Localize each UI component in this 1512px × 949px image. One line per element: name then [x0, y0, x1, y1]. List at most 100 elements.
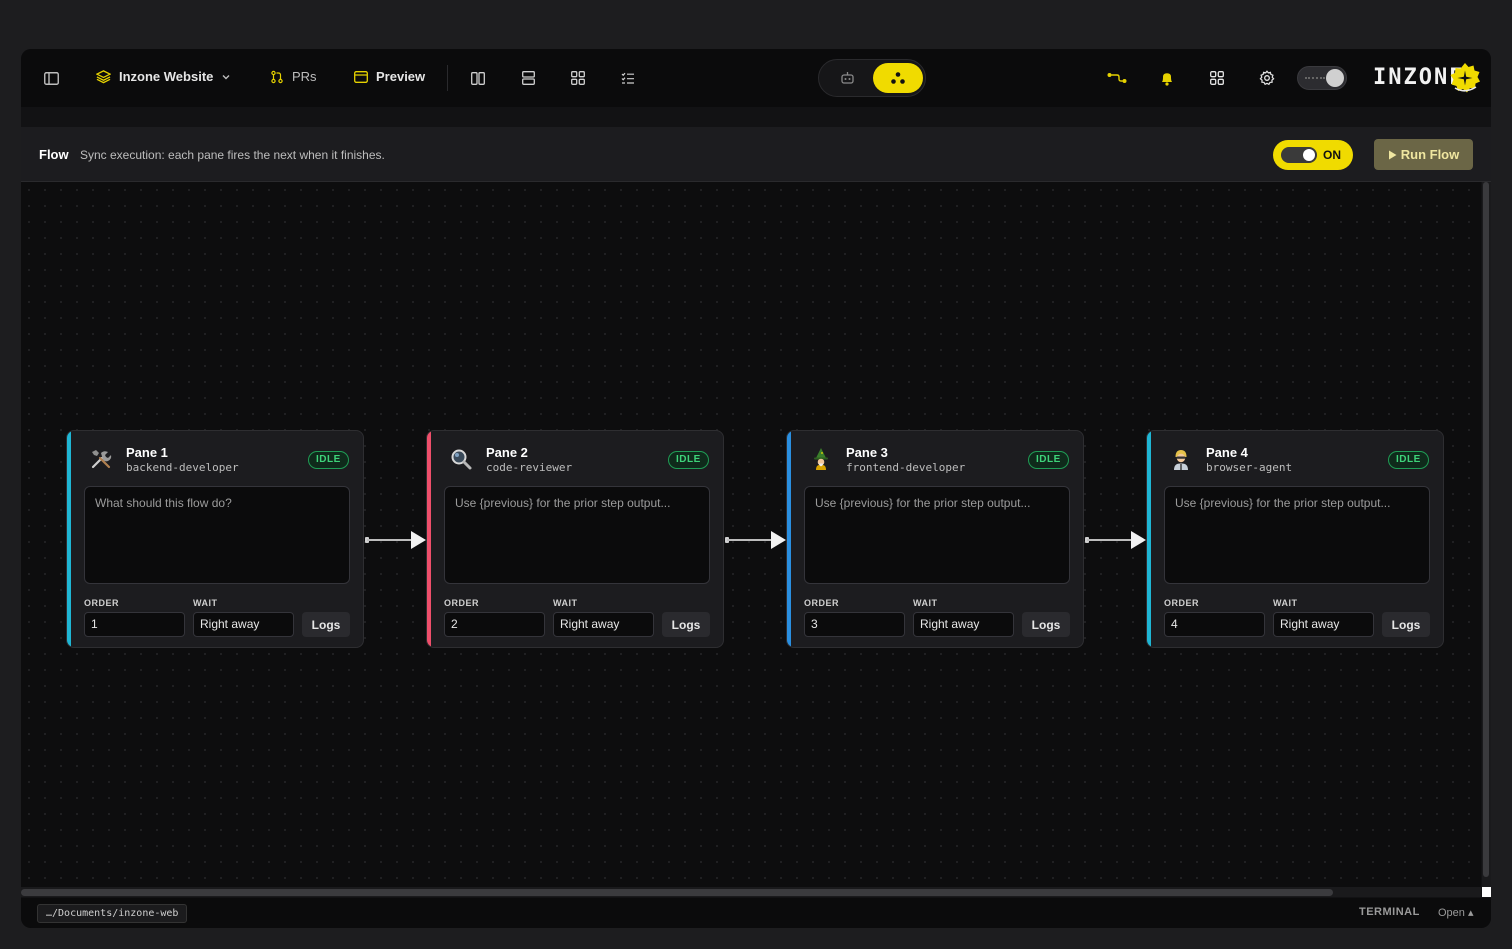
run-flow-button[interactable]: Run Flow [1374, 139, 1473, 170]
pane-role: frontend-developer [846, 461, 966, 474]
magnifier-icon [447, 445, 475, 473]
sidebar-toggle-icon[interactable] [40, 67, 62, 89]
git-pull-request-icon [270, 70, 284, 84]
order-label: ORDER [84, 598, 120, 608]
pane-role: backend-developer [126, 461, 239, 474]
scrollbar-thumb[interactable] [21, 889, 1333, 896]
scrollbar-thumb[interactable] [1483, 182, 1489, 877]
project-selector[interactable]: Inzone Website [96, 69, 231, 84]
wait-label: WAIT [193, 598, 218, 608]
flow-edge [1087, 539, 1133, 541]
layers-icon [96, 69, 111, 84]
order-input[interactable]: 2 [444, 612, 545, 637]
prs-label: PRs [292, 69, 317, 84]
app-window: Inzone Website PRs Preview INZONE Flow S… [21, 49, 1491, 928]
flow-description: Sync execution: each pane fires the next… [80, 148, 385, 162]
project-name: Inzone Website [119, 69, 214, 84]
pane-node[interactable]: Pane 4 browser-agent IDLE Use {previous}… [1146, 430, 1444, 648]
wait-select[interactable]: Right away [1273, 612, 1374, 637]
prompt-textarea[interactable]: Use {previous} for the prior step output… [804, 486, 1070, 584]
preview-label: Preview [376, 69, 426, 84]
gear-icon[interactable] [1256, 67, 1278, 89]
arrow-right-icon [411, 531, 426, 549]
wait-select[interactable]: Right away [193, 612, 294, 637]
order-input[interactable]: 3 [804, 612, 905, 637]
grid-layout-icon[interactable] [567, 67, 589, 89]
logs-button[interactable]: Logs [1022, 612, 1070, 637]
pane-accent-bar [427, 431, 431, 647]
status-badge: IDLE [308, 451, 349, 469]
toggle-track [1281, 147, 1317, 163]
prs-button[interactable]: PRs [270, 69, 317, 84]
flow-title: Flow [39, 147, 69, 162]
theme-toggle-stars [1305, 77, 1325, 81]
git-branch-connector-icon[interactable] [1106, 67, 1128, 89]
prompt-textarea[interactable]: Use {previous} for the prior step output… [1164, 486, 1430, 584]
checklist-icon[interactable] [617, 67, 639, 89]
pane-name: Pane 1 [126, 445, 168, 460]
tools-icon [87, 445, 115, 473]
play-icon [1388, 150, 1397, 160]
prompt-textarea[interactable]: What should this flow do? [84, 486, 350, 584]
pane-accent-bar [67, 431, 71, 647]
wait-select[interactable]: Right away [553, 612, 654, 637]
pane-node[interactable]: Pane 2 code-reviewer IDLE Use {previous}… [426, 430, 724, 648]
toggle-knob [1303, 149, 1315, 161]
robot-icon[interactable] [827, 66, 867, 90]
pane-node[interactable]: Pane 3 frontend-developer IDLE Use {prev… [786, 430, 1084, 648]
apps-grid-icon[interactable] [1206, 67, 1228, 89]
pane-accent-bar [1147, 431, 1151, 647]
arrow-right-icon [771, 531, 786, 549]
pane-accent-bar [787, 431, 791, 647]
vertical-scrollbar[interactable] [1482, 182, 1491, 887]
bell-icon[interactable] [1156, 67, 1178, 89]
logo-badge-icon [1449, 62, 1481, 94]
pane-role: browser-agent [1206, 461, 1293, 474]
flow-edge [727, 539, 773, 541]
moon-icon [1326, 69, 1344, 87]
wait-label: WAIT [553, 598, 578, 608]
scrollbar-corner [1482, 887, 1491, 897]
theme-toggle[interactable] [1297, 66, 1347, 90]
order-label: ORDER [1164, 598, 1200, 608]
split-rows-icon[interactable] [517, 67, 539, 89]
wait-select[interactable]: Right away [913, 612, 1014, 637]
top-bar: Inzone Website PRs Preview INZONE [21, 49, 1491, 107]
flow-nodes-icon[interactable] [873, 63, 923, 93]
wizard-icon [807, 445, 835, 473]
order-input[interactable]: 1 [84, 612, 185, 637]
chevron-down-icon [221, 72, 231, 82]
flow-edge [367, 539, 413, 541]
pane-name: Pane 2 [486, 445, 528, 460]
status-badge: IDLE [1388, 451, 1429, 469]
prompt-textarea[interactable]: Use {previous} for the prior step output… [444, 486, 710, 584]
flow-canvas[interactable]: Pane 1 backend-developer IDLE What shoul… [21, 182, 1481, 887]
terminal-open-button[interactable]: Open ▴ [1438, 906, 1474, 919]
pane-name: Pane 4 [1206, 445, 1248, 460]
split-columns-icon[interactable] [467, 67, 489, 89]
pane-node[interactable]: Pane 1 backend-developer IDLE What shoul… [66, 430, 364, 648]
status-badge: IDLE [1028, 451, 1069, 469]
toggle-label: ON [1323, 148, 1341, 162]
wait-label: WAIT [1273, 598, 1298, 608]
status-badge: IDLE [668, 451, 709, 469]
order-label: ORDER [804, 598, 840, 608]
preview-button[interactable]: Preview [354, 69, 425, 84]
status-bar: …/Documents/inzone-web TERMINAL Open ▴ [21, 898, 1491, 928]
wait-label: WAIT [913, 598, 938, 608]
order-input[interactable]: 4 [1164, 612, 1265, 637]
logs-button[interactable]: Logs [302, 612, 350, 637]
run-flow-label: Run Flow [1400, 147, 1460, 162]
working-directory-path[interactable]: …/Documents/inzone-web [37, 904, 188, 923]
pane-role: code-reviewer [486, 461, 573, 474]
terminal-label: TERMINAL [1359, 906, 1420, 918]
agent-icon [1167, 445, 1195, 473]
horizontal-scrollbar[interactable] [21, 887, 1481, 897]
logs-button[interactable]: Logs [1382, 612, 1430, 637]
flow-header: Flow Sync execution: each pane fires the… [21, 127, 1491, 182]
view-mode-segment [818, 59, 926, 97]
arrow-right-icon [1131, 531, 1146, 549]
flow-enable-toggle[interactable]: ON [1273, 140, 1353, 170]
logs-button[interactable]: Logs [662, 612, 710, 637]
toolbar-divider [447, 65, 448, 91]
